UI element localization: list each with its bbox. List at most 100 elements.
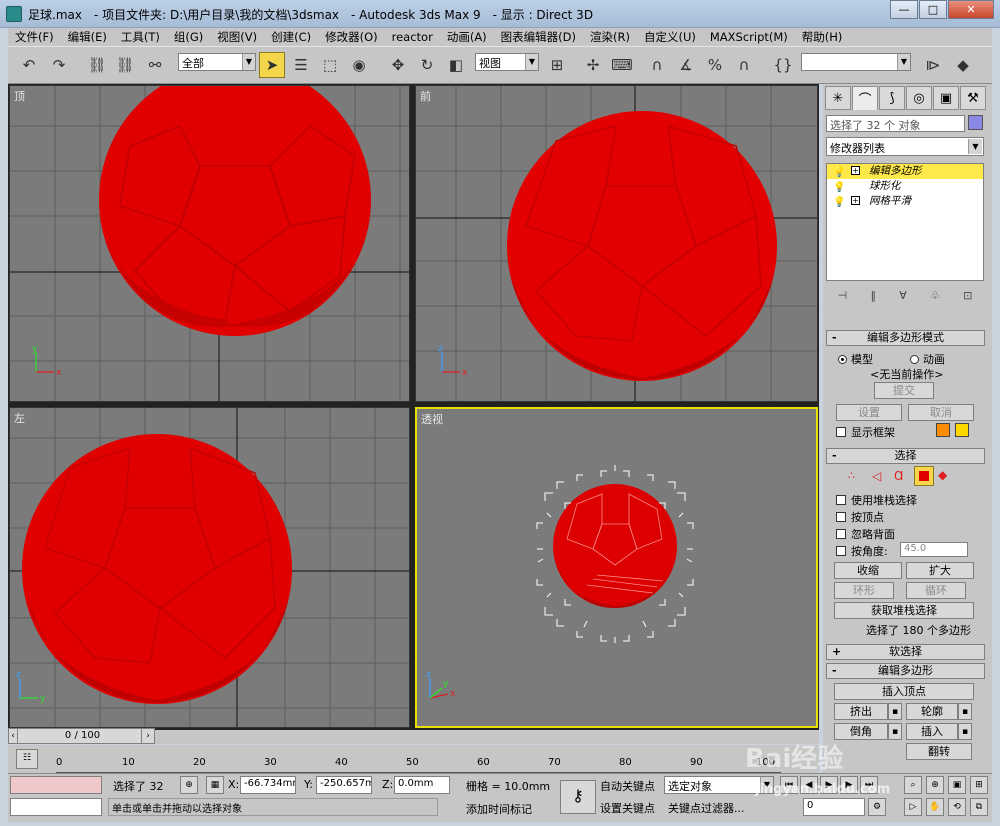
absolute-mode-icon[interactable]: ▦	[206, 776, 224, 794]
viewport-label-perspective[interactable]: 透视	[421, 411, 443, 427]
zoom-extents-icon[interactable]: ▣	[948, 776, 966, 794]
soccer-ball-mesh[interactable]	[99, 86, 371, 336]
current-frame-field[interactable]: 0	[803, 798, 865, 816]
flip-button[interactable]: 翻转	[906, 743, 972, 760]
settings-button[interactable]: 设置	[836, 404, 902, 421]
rollout-header[interactable]: + 软选择	[826, 644, 985, 660]
object-name-field[interactable]: 选择了 32 个 对象	[826, 115, 965, 132]
time-config-icon[interactable]: ⚙	[868, 798, 886, 816]
bevel-settings-icon[interactable]: ▪	[888, 723, 902, 740]
soccer-ball-mesh[interactable]	[22, 434, 292, 704]
menu-maxscript[interactable]: MAXScript(M)	[703, 30, 795, 44]
soccer-ball-mesh[interactable]	[553, 484, 677, 608]
rollout-header[interactable]: - 编辑多边形	[826, 663, 985, 679]
modify-icon[interactable]: ⌒	[852, 86, 878, 110]
by-angle-checkbox[interactable]: 按角度:	[836, 543, 888, 559]
mirror-icon[interactable]: ⧐	[920, 52, 946, 78]
show-cage-checkbox[interactable]: 显示框架	[836, 424, 895, 440]
maximize-viewport-icon[interactable]: ⧉	[970, 798, 988, 816]
rollout-header[interactable]: - 编辑多边形模式	[826, 330, 985, 346]
set-key-button[interactable]: 设置关键点	[600, 800, 655, 816]
menu-file[interactable]: 文件(F)	[8, 29, 61, 45]
viewport-front[interactable]: 前	[415, 85, 818, 402]
ring-button[interactable]: 环形	[834, 582, 894, 599]
use-stack-selection-checkbox[interactable]: 使用堆栈选择	[836, 492, 917, 508]
create-icon[interactable]: ✳	[825, 86, 851, 110]
expand-icon[interactable]: +	[851, 196, 860, 205]
z-coord-field[interactable]: 0.0mm	[394, 776, 450, 794]
pan-icon[interactable]: ✋	[926, 798, 944, 816]
polygon-mode-icon[interactable]	[914, 466, 934, 486]
zoom-extents-all-icon[interactable]: ⊞	[970, 776, 988, 794]
bulb-icon[interactable]: 💡	[833, 165, 845, 180]
undo-icon[interactable]: ↶	[16, 52, 42, 78]
zoom-icon[interactable]: ⌕	[904, 776, 922, 794]
inset-settings-icon[interactable]: ▪	[958, 723, 972, 740]
stack-item-edit-poly[interactable]: 💡 + 编辑多边形	[827, 164, 983, 179]
menu-animation[interactable]: 动画(A)	[440, 29, 494, 45]
app-icon[interactable]	[6, 6, 22, 22]
keyboard-shortcut-icon[interactable]: ⌨	[609, 52, 635, 78]
restore-button[interactable]: □	[919, 0, 947, 19]
rect-selection-region-icon[interactable]: ⬚	[317, 52, 343, 78]
cage-color-swatch[interactable]	[936, 423, 950, 437]
selection-filter-dropdown[interactable]: 全部 ▼	[178, 53, 256, 71]
x-coord-field[interactable]: -66.734mm	[240, 776, 296, 794]
unlink-icon[interactable]: ⛓	[112, 52, 138, 78]
element-mode-icon[interactable]: ◆	[938, 468, 958, 482]
viewport-top[interactable]: 顶	[9, 85, 410, 402]
menu-help[interactable]: 帮助(H)	[795, 29, 850, 45]
named-selection-dropdown[interactable]: ▼	[801, 53, 911, 71]
outline-settings-icon[interactable]: ▪	[958, 703, 972, 720]
select-scale-icon[interactable]: ◧	[443, 52, 469, 78]
time-prev-icon[interactable]: ‹	[8, 728, 18, 744]
utilities-icon[interactable]: ⚒	[960, 86, 986, 110]
minimize-button[interactable]: —	[890, 0, 918, 19]
angle-spinner[interactable]: 45.0	[900, 542, 968, 557]
inset-button[interactable]: 插入	[906, 723, 958, 740]
percent-snap-icon[interactable]: %	[702, 52, 728, 78]
soccer-ball-mesh[interactable]	[507, 111, 777, 381]
add-time-tag-button[interactable]: 添加时间标记	[466, 801, 532, 817]
viewport-left[interactable]: 左	[9, 407, 410, 728]
select-rotate-icon[interactable]: ↻	[414, 52, 440, 78]
pivot-center-icon[interactable]: ⊞	[544, 52, 570, 78]
stack-item-spherify[interactable]: 💡 球形化	[827, 179, 983, 194]
display-icon[interactable]: ▣	[933, 86, 959, 110]
extrude-settings-icon[interactable]: ▪	[888, 703, 902, 720]
viewport-label-left[interactable]: 左	[14, 410, 25, 426]
vertex-mode-icon[interactable]: ∴	[848, 469, 868, 482]
align-icon[interactable]: ◆	[950, 52, 976, 78]
menu-group[interactable]: 组(G)	[167, 29, 210, 45]
commit-button[interactable]: 提交	[874, 382, 934, 399]
rollout-header[interactable]: - 选择	[826, 448, 985, 464]
stack-item-meshsmooth[interactable]: 💡 + 网格平滑	[827, 194, 983, 209]
select-by-name-icon[interactable]: ☰	[288, 52, 314, 78]
spinner-snap-icon[interactable]: ∩	[731, 52, 757, 78]
select-manipulate-icon[interactable]: ✢	[580, 52, 606, 78]
viewport-label-top[interactable]: 顶	[14, 88, 25, 104]
shrink-button[interactable]: 收缩	[834, 562, 902, 579]
border-mode-icon[interactable]: Ɑ	[894, 469, 914, 483]
insert-vertex-button[interactable]: 插入顶点	[834, 683, 974, 700]
link-icon[interactable]: ⛓	[84, 52, 110, 78]
maxscript-listener-mini[interactable]	[10, 776, 102, 794]
remove-modifier-icon[interactable]: ♧	[930, 289, 940, 307]
loop-button[interactable]: 循环	[906, 582, 966, 599]
select-move-icon[interactable]: ✥	[385, 52, 411, 78]
viewport-label-front[interactable]: 前	[420, 88, 431, 104]
bulb-icon[interactable]: 💡	[833, 180, 845, 195]
menu-edit[interactable]: 编辑(E)	[61, 29, 114, 45]
modifier-list-dropdown[interactable]: 修改器列表 ▼	[826, 137, 984, 156]
bulb-icon[interactable]: 💡	[833, 195, 845, 210]
redo-icon[interactable]: ↷	[46, 52, 72, 78]
menu-modifiers[interactable]: 修改器(O)	[318, 29, 385, 45]
object-color-swatch[interactable]	[968, 115, 983, 130]
close-button[interactable]: ✕	[948, 0, 994, 19]
menu-customize[interactable]: 自定义(U)	[637, 29, 703, 45]
menu-reactor[interactable]: reactor	[385, 30, 440, 44]
key-filters-button[interactable]: 关键点过滤器...	[668, 800, 745, 816]
angle-snap-icon[interactable]: ∡	[673, 52, 699, 78]
expand-icon[interactable]: +	[851, 166, 860, 175]
ref-coord-system-dropdown[interactable]: 视图 ▼	[475, 53, 539, 71]
